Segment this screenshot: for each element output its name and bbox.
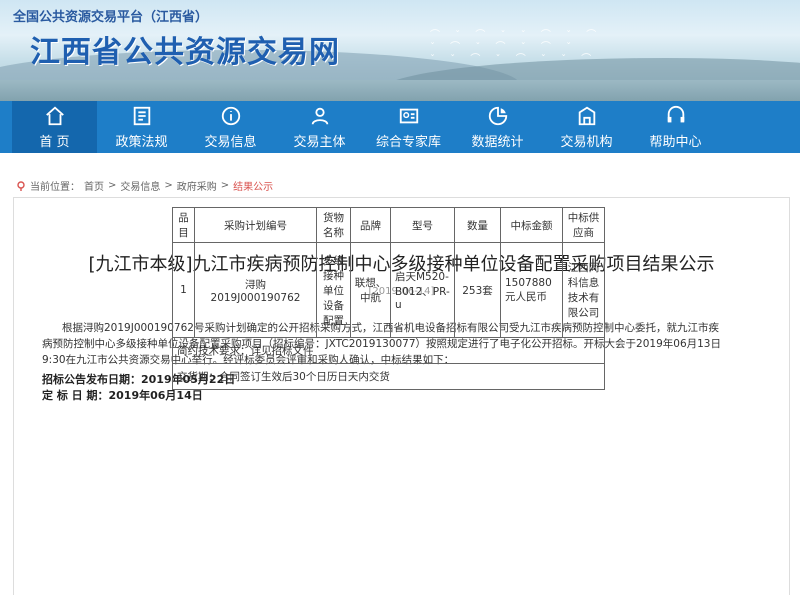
breadcrumb-separator: > [220, 180, 230, 191]
nav-trade-info[interactable]: 交易信息 [186, 101, 275, 153]
nav-label: 交易信息 [204, 134, 257, 150]
table-cell: 启天M520-B012、PR-u [390, 242, 455, 338]
tech-requirements: 简约技术要求：详见招标文件 [172, 337, 605, 364]
home-icon [44, 105, 66, 127]
banner-birds: ⌒ ˇ ⌒ ˇ ˇ ⌒ ˇ ⌒ ˇ ⌒ ˇ ⌒ ˇ ⌒ ˇˇ ˇ ⌒ ˇ ⌒ ˇ … [430, 30, 603, 65]
help-icon [665, 105, 687, 127]
table-cell: 1 [172, 242, 195, 338]
nav-label: 交易机构 [560, 134, 613, 150]
nav-label: 交易主体 [293, 134, 346, 150]
banner-lake [0, 80, 800, 101]
header-cell: 数量 [454, 207, 501, 243]
table-cell: 253套 [454, 242, 501, 338]
nav-trade-agency[interactable]: 交易机构 [542, 101, 631, 153]
table-cell: 联想、中航 [350, 242, 391, 338]
chart-icon [487, 105, 509, 127]
nav-label: 首 页 [39, 134, 70, 150]
main-nav: 首 页 政策法规 交易信息 交易主体 综合专家库 数据统计 交易机构 帮助中心 [0, 101, 800, 153]
nav-expert-db[interactable]: 综合专家库 [364, 101, 453, 153]
table-cell: 江西同科信息技术有限公司 [562, 242, 605, 338]
table-header-row: 品目 采购计划编号 货物名称 品牌 型号 数量 中标金额 中标供应商 [172, 207, 605, 243]
breadcrumb-separator: > [164, 180, 173, 191]
nav-label: 数据统计 [471, 134, 524, 150]
building-icon [576, 105, 598, 127]
header-cell: 品目 [172, 207, 195, 243]
users-icon [309, 105, 331, 127]
breadcrumb-gov-procurement[interactable]: 政府采购 [177, 178, 217, 193]
result-table: 品目 采购计划编号 货物名称 品牌 型号 数量 中标金额 中标供应商 1 浔购 … [172, 207, 605, 390]
breadcrumb: 当前位置： 首页 > 交易信息 > 政府采购 > 结果公示 [16, 178, 273, 193]
nav-help-center[interactable]: 帮助中心 [631, 101, 720, 153]
breadcrumb-prefix: 当前位置： [30, 182, 80, 193]
header-cell: 采购计划编号 [194, 207, 317, 243]
table-cell: 浔购 2019J000190762 [194, 242, 317, 338]
header-cell: 中标金额 [500, 207, 563, 243]
breadcrumb-trade-info[interactable]: 交易信息 [120, 178, 160, 193]
delivery-terms: 交货期：合同签订生效后30个日历日天内交货 [172, 363, 605, 390]
table-row: 交货期：合同签订生效后30个日历日天内交货 [172, 363, 605, 390]
nav-trade-subject[interactable]: 交易主体 [275, 101, 364, 153]
header-cell: 品牌 [350, 207, 391, 243]
header-cell: 货物名称 [316, 207, 351, 243]
table-cell: 多级接种单位设备配置 [316, 242, 351, 338]
nav-policy[interactable]: 政策法规 [97, 101, 186, 153]
table-cell: 1507880 元人民币 [500, 242, 563, 338]
info-icon [220, 105, 242, 127]
location-pin-icon [16, 180, 26, 191]
document-icon [131, 105, 153, 127]
nav-label: 政策法规 [115, 134, 168, 150]
site-title[interactable]: 江西省公共资源交易网 [30, 27, 340, 71]
nav-statistics[interactable]: 数据统计 [453, 101, 542, 153]
header-cell: 中标供应商 [562, 207, 605, 243]
nav-home[interactable]: 首 页 [12, 101, 97, 153]
expert-icon [398, 105, 420, 127]
table-row: 1 浔购 2019J000190762 多级接种单位设备配置 联想、中航 启天M… [172, 242, 605, 338]
breadcrumb-separator: > [108, 180, 117, 191]
nav-label: 综合专家库 [375, 134, 441, 150]
site-subtitle: 全国公共资源交易平台（江西省） [13, 10, 209, 25]
table-row: 简约技术要求：详见招标文件 [172, 337, 605, 364]
breadcrumb-home[interactable]: 首页 [84, 178, 104, 193]
nav-label: 帮助中心 [649, 134, 702, 150]
breadcrumb-current[interactable]: 结果公示 [233, 178, 273, 193]
header-banner: ⌒ ˇ ⌒ ˇ ˇ ⌒ ˇ ⌒ ˇ ⌒ ˇ ⌒ ˇ ⌒ ˇˇ ˇ ⌒ ˇ ⌒ ˇ … [0, 0, 800, 101]
header-cell: 型号 [390, 207, 455, 243]
